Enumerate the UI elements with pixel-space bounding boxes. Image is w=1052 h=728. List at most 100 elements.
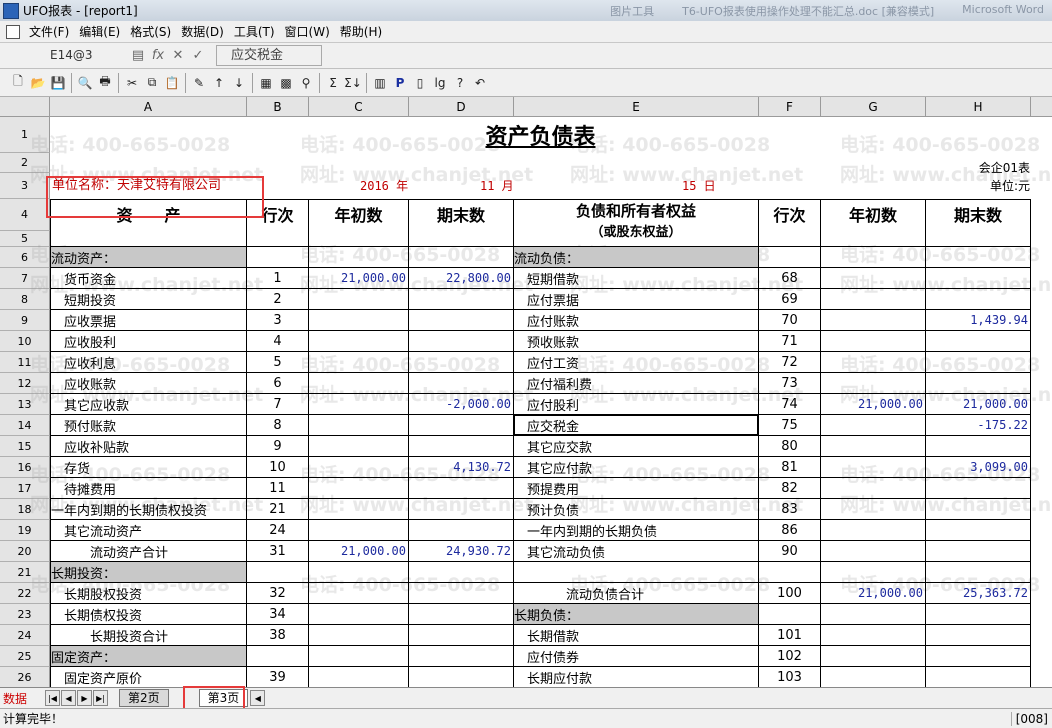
row-header[interactable]: 19 [0, 520, 50, 541]
asset-item-cell[interactable]: 固定资产原价 [50, 667, 247, 687]
asset-begin-cell[interactable]: 21,000.00 [309, 541, 409, 562]
row-header[interactable]: 7 [0, 268, 50, 289]
liability-line-no-cell[interactable]: 70 [759, 310, 821, 331]
asset-begin-cell[interactable] [309, 478, 409, 499]
asset-item-cell[interactable]: 存货 [50, 457, 247, 478]
asset-end-cell[interactable] [409, 478, 514, 499]
row-header[interactable]: 21 [0, 562, 50, 583]
liability-end-cell[interactable] [926, 268, 1031, 289]
row-header[interactable]: 11 [0, 352, 50, 373]
asset-begin-cell[interactable] [309, 373, 409, 394]
row-header[interactable]: 1 [0, 117, 50, 153]
liability-end-cell[interactable] [926, 478, 1031, 499]
liability-begin-cell[interactable] [821, 415, 926, 436]
liability-line-no-cell[interactable]: 72 [759, 352, 821, 373]
cell-reference[interactable]: E14@3 [50, 46, 128, 65]
row-header[interactable]: 26 [0, 667, 50, 687]
liability-begin-cell[interactable] [821, 646, 926, 667]
asset-end-cell[interactable] [409, 415, 514, 436]
copy-icon[interactable]: ⧉ [142, 72, 162, 94]
liability-line-no-cell[interactable]: 100 [759, 583, 821, 604]
asset-end-cell[interactable] [409, 625, 514, 646]
column-header-b[interactable]: B [247, 97, 309, 117]
liability-item-cell[interactable]: 其它应付款 [514, 457, 759, 478]
row-header[interactable]: 24 [0, 625, 50, 646]
liability-item-cell[interactable]: 预提费用 [514, 478, 759, 499]
liability-end-cell[interactable] [926, 289, 1031, 310]
liability-item-cell[interactable]: 预收账款 [514, 331, 759, 352]
formula-input[interactable]: 应交税金 [216, 45, 322, 66]
liability-begin-cell[interactable] [821, 541, 926, 562]
liability-line-no-cell[interactable] [759, 247, 821, 268]
asset-line-no-cell[interactable]: 31 [247, 541, 309, 562]
row-header[interactable]: 8 [0, 289, 50, 310]
prev-sheet-icon[interactable]: ◀ [61, 690, 76, 706]
tab-scroll-icon[interactable]: ◀ [250, 690, 266, 706]
merge-icon[interactable]: ▩ [276, 72, 296, 94]
row-header[interactable]: 18 [0, 499, 50, 520]
liability-end-cell[interactable]: 1,439.94 [926, 310, 1031, 331]
row-header[interactable]: 9 [0, 310, 50, 331]
asset-line-no-cell[interactable]: 10 [247, 457, 309, 478]
liability-end-cell[interactable] [926, 520, 1031, 541]
asset-line-no-cell[interactable]: 39 [247, 667, 309, 687]
asset-line-no-cell[interactable]: 1 [247, 268, 309, 289]
script-icon[interactable]: ▯ [410, 72, 430, 94]
sheet-tab-page3[interactable]: 第3页 [198, 689, 249, 707]
asset-begin-cell[interactable] [309, 310, 409, 331]
liability-begin-cell[interactable] [821, 247, 926, 268]
column-header-d[interactable]: D [409, 97, 514, 117]
asset-item-cell[interactable]: 一年内到期的长期债权投资 [50, 499, 247, 520]
last-sheet-icon[interactable]: ▶| [93, 690, 108, 706]
row-header[interactable]: 16 [0, 457, 50, 478]
column-header-f[interactable]: F [759, 97, 821, 117]
asset-begin-cell[interactable] [309, 625, 409, 646]
asset-begin-cell[interactable] [309, 394, 409, 415]
liability-item-cell[interactable]: 长期负债： [514, 604, 759, 625]
report-grid[interactable]: A B C D E F G H 1 2 3 4 5 6 7 8 9 10 11 12 13 14 15 16 1… [0, 97, 1052, 687]
asset-line-no-cell[interactable]: 24 [247, 520, 309, 541]
asset-begin-cell[interactable] [309, 289, 409, 310]
asset-begin-cell[interactable] [309, 520, 409, 541]
asset-line-no-cell[interactable]: 4 [247, 331, 309, 352]
row-header[interactable]: 12 [0, 373, 50, 394]
asset-item-cell[interactable]: 长期投资： [50, 562, 247, 583]
liability-line-no-cell[interactable]: 71 [759, 331, 821, 352]
liability-line-no-cell[interactable]: 74 [759, 394, 821, 415]
sheet-tab-page2[interactable]: 第2页 [119, 689, 169, 707]
first-sheet-icon[interactable]: |◀ [45, 690, 60, 706]
liability-line-no-cell[interactable]: 80 [759, 436, 821, 457]
liability-begin-cell[interactable] [821, 352, 926, 373]
liability-end-cell[interactable]: 21,000.00 [926, 394, 1031, 415]
asset-line-no-cell[interactable]: 2 [247, 289, 309, 310]
row-header[interactable]: 15 [0, 436, 50, 457]
asset-line-no-cell[interactable]: 3 [247, 310, 309, 331]
column-header-g[interactable]: G [821, 97, 926, 117]
asset-item-cell[interactable]: 长期债权投资 [50, 604, 247, 625]
liability-line-no-cell[interactable]: 68 [759, 268, 821, 289]
row-header[interactable]: 22 [0, 583, 50, 604]
asset-begin-cell[interactable] [309, 247, 409, 268]
asset-line-no-cell[interactable] [247, 247, 309, 268]
liability-line-no-cell[interactable]: 101 [759, 625, 821, 646]
liability-end-cell[interactable] [926, 625, 1031, 646]
row-header[interactable]: 6 [0, 247, 50, 268]
asset-line-no-cell[interactable]: 11 [247, 478, 309, 499]
asset-line-no-cell[interactable]: 38 [247, 625, 309, 646]
asset-begin-cell[interactable] [309, 457, 409, 478]
asset-item-cell[interactable]: 长期股权投资 [50, 583, 247, 604]
asset-line-no-cell[interactable]: 34 [247, 604, 309, 625]
liability-end-cell[interactable]: -175.22 [926, 415, 1031, 436]
liability-begin-cell[interactable] [821, 562, 926, 583]
asset-item-cell[interactable]: 短期投资 [50, 289, 247, 310]
liability-line-no-cell[interactable]: 83 [759, 499, 821, 520]
liability-end-cell[interactable] [926, 331, 1031, 352]
liability-end-cell[interactable]: 3,099.00 [926, 457, 1031, 478]
liability-item-cell[interactable] [514, 562, 759, 583]
format-brush-icon[interactable]: ✎ [189, 72, 209, 94]
asset-begin-cell[interactable]: 21,000.00 [309, 268, 409, 289]
column-header-h[interactable]: H [926, 97, 1031, 117]
liability-begin-cell[interactable] [821, 373, 926, 394]
asset-end-cell[interactable] [409, 373, 514, 394]
liability-begin-cell[interactable]: 21,000.00 [821, 583, 926, 604]
